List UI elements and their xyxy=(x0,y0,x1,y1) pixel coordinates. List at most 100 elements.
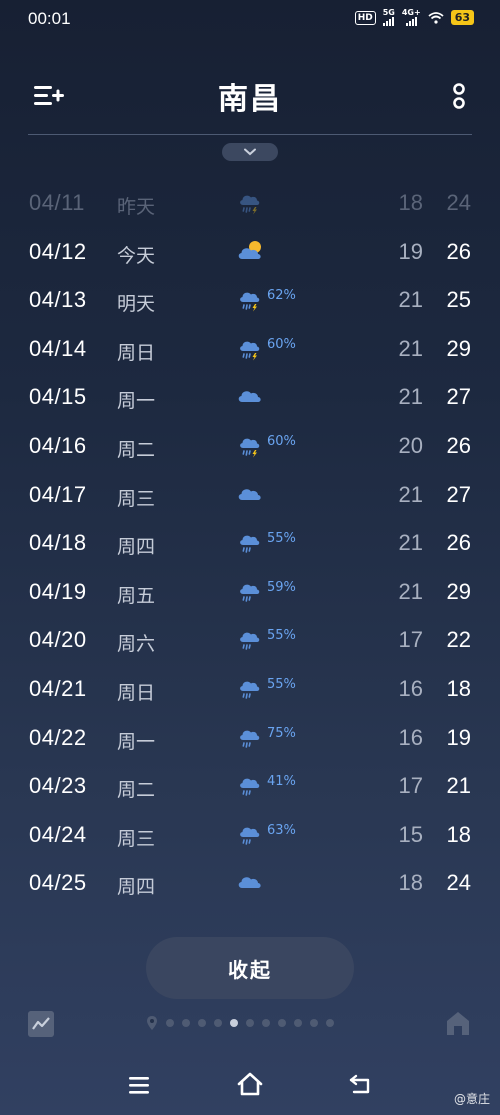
low-temp: 21 xyxy=(398,481,423,507)
home-icon[interactable] xyxy=(236,1071,264,1097)
forecast-row[interactable]: 04/25 周四 18 24 xyxy=(0,860,500,909)
forecast-day: 周日 xyxy=(117,681,156,704)
forecast-date: 04/17 xyxy=(29,481,87,507)
forecast-day: 周三 xyxy=(117,827,156,850)
forecast-date: 04/12 xyxy=(29,238,87,264)
forecast-row[interactable]: 04/13 明天 62% 21 25 xyxy=(0,277,500,326)
header-divider xyxy=(28,134,472,135)
low-temp: 21 xyxy=(398,335,423,361)
forecast-day: 昨天 xyxy=(117,196,156,218)
page-dot[interactable] xyxy=(214,1019,222,1027)
rain-icon xyxy=(236,820,266,848)
page-dot[interactable] xyxy=(294,1019,302,1027)
forecast-row[interactable]: 04/14 周日 60% 21 29 xyxy=(0,326,500,375)
low-temp: 16 xyxy=(398,724,423,750)
low-temp: 16 xyxy=(398,675,423,701)
forecast-row[interactable]: 04/11 昨天 18 24 xyxy=(0,180,500,229)
high-temp: 21 xyxy=(446,773,471,799)
forecast-date: 04/19 xyxy=(29,578,87,604)
precip-probability: 41% xyxy=(267,774,296,790)
collapse-button[interactable]: 收起 xyxy=(146,937,354,999)
low-temp: 21 xyxy=(398,384,423,410)
high-temp: 26 xyxy=(446,238,471,264)
forecast-day: 今天 xyxy=(117,244,156,267)
low-temp: 21 xyxy=(398,530,423,556)
rain-icon xyxy=(236,528,266,556)
status-bar: 00:01 HD 5G 4G+ 63 xyxy=(0,0,500,38)
low-temp: 17 xyxy=(398,773,423,799)
page-dot[interactable] xyxy=(182,1019,190,1027)
battery-icon: 63 xyxy=(450,10,474,25)
high-temp: 24 xyxy=(446,870,471,896)
low-temp: 18 xyxy=(398,870,423,896)
thunder-rain-icon xyxy=(236,431,266,459)
precip-probability: 60% xyxy=(267,336,296,352)
page-dot[interactable] xyxy=(262,1019,270,1027)
forecast-day: 周日 xyxy=(117,341,156,364)
hd-indicator: HD xyxy=(354,10,376,25)
cloudy-icon xyxy=(236,382,266,410)
precip-probability: 75% xyxy=(267,725,296,741)
chevron-down-icon[interactable] xyxy=(222,143,278,161)
high-temp: 27 xyxy=(446,481,471,507)
forecast-row[interactable]: 04/20 周六 55% 17 22 xyxy=(0,617,500,666)
page-dot[interactable] xyxy=(246,1019,254,1027)
thunder-rain-icon xyxy=(236,285,266,313)
forecast-date: 04/11 xyxy=(29,190,85,215)
more-options-icon[interactable] xyxy=(452,80,466,112)
forecast-row[interactable]: 04/22 周一 75% 16 19 xyxy=(0,715,500,764)
cloudy-icon xyxy=(236,480,266,508)
forecast-day: 周四 xyxy=(117,876,156,899)
high-temp: 27 xyxy=(446,384,471,410)
precip-probability: 55% xyxy=(267,628,296,644)
forecast-row[interactable]: 04/17 周三 21 27 xyxy=(0,472,500,521)
thunder-rain-icon xyxy=(236,188,266,216)
precip-probability: 63% xyxy=(267,822,296,838)
precip-probability: 62% xyxy=(267,288,296,304)
high-temp: 18 xyxy=(446,675,471,701)
forecast-day: 周二 xyxy=(117,779,156,802)
forecast-date: 04/25 xyxy=(29,870,87,896)
home-city-icon[interactable] xyxy=(445,1009,471,1037)
page-indicator[interactable] xyxy=(146,1015,334,1031)
page-dot[interactable] xyxy=(198,1019,206,1027)
page-dot[interactable] xyxy=(278,1019,286,1027)
page-dot[interactable] xyxy=(310,1019,318,1027)
forecast-row[interactable]: 04/12 今天 19 26 xyxy=(0,229,500,278)
low-temp: 21 xyxy=(398,578,423,604)
forecast-row[interactable]: 04/23 周二 41% 17 21 xyxy=(0,763,500,812)
precip-probability: 55% xyxy=(267,531,296,547)
trend-chart-icon[interactable] xyxy=(28,1011,54,1037)
precip-probability: 55% xyxy=(267,676,296,692)
forecast-row[interactable]: 04/15 周一 21 27 xyxy=(0,374,500,423)
forecast-row[interactable]: 04/19 周五 59% 21 29 xyxy=(0,569,500,618)
precip-probability: 59% xyxy=(267,579,296,595)
high-temp: 25 xyxy=(446,287,471,313)
page-dot[interactable] xyxy=(166,1019,174,1027)
forecast-date: 04/18 xyxy=(29,530,87,556)
status-time: 00:01 xyxy=(28,9,71,28)
forecast-day: 周四 xyxy=(117,536,156,559)
page-dot[interactable] xyxy=(326,1019,334,1027)
forecast-row[interactable]: 04/21 周日 55% 16 18 xyxy=(0,666,500,715)
forecast-row[interactable]: 04/18 周四 55% 21 26 xyxy=(0,520,500,569)
low-temp: 17 xyxy=(398,627,423,653)
cloudy-icon xyxy=(236,868,266,896)
high-temp: 29 xyxy=(446,578,471,604)
forecast-day: 周五 xyxy=(117,584,156,607)
low-temp: 19 xyxy=(398,238,423,264)
forecast-day: 周一 xyxy=(117,390,156,413)
forecast-list: 04/11 昨天 18 24 04/12 今天 19 26 04/13 明天 62% 21 25 04/1… xyxy=(0,180,500,909)
rain-icon xyxy=(236,577,266,605)
page-dot[interactable] xyxy=(230,1019,238,1027)
forecast-row[interactable]: 04/16 周二 60% 20 26 xyxy=(0,423,500,472)
forecast-row[interactable]: 04/24 周三 63% 15 18 xyxy=(0,812,500,861)
forecast-day: 周三 xyxy=(117,487,156,510)
low-temp: 20 xyxy=(398,432,423,458)
watermark: @意庄 xyxy=(454,1090,490,1107)
forecast-date: 04/23 xyxy=(29,773,87,799)
back-icon[interactable] xyxy=(348,1073,374,1095)
rain-icon xyxy=(236,723,266,751)
high-temp: 18 xyxy=(446,821,471,847)
recent-apps-icon[interactable] xyxy=(128,1075,150,1095)
